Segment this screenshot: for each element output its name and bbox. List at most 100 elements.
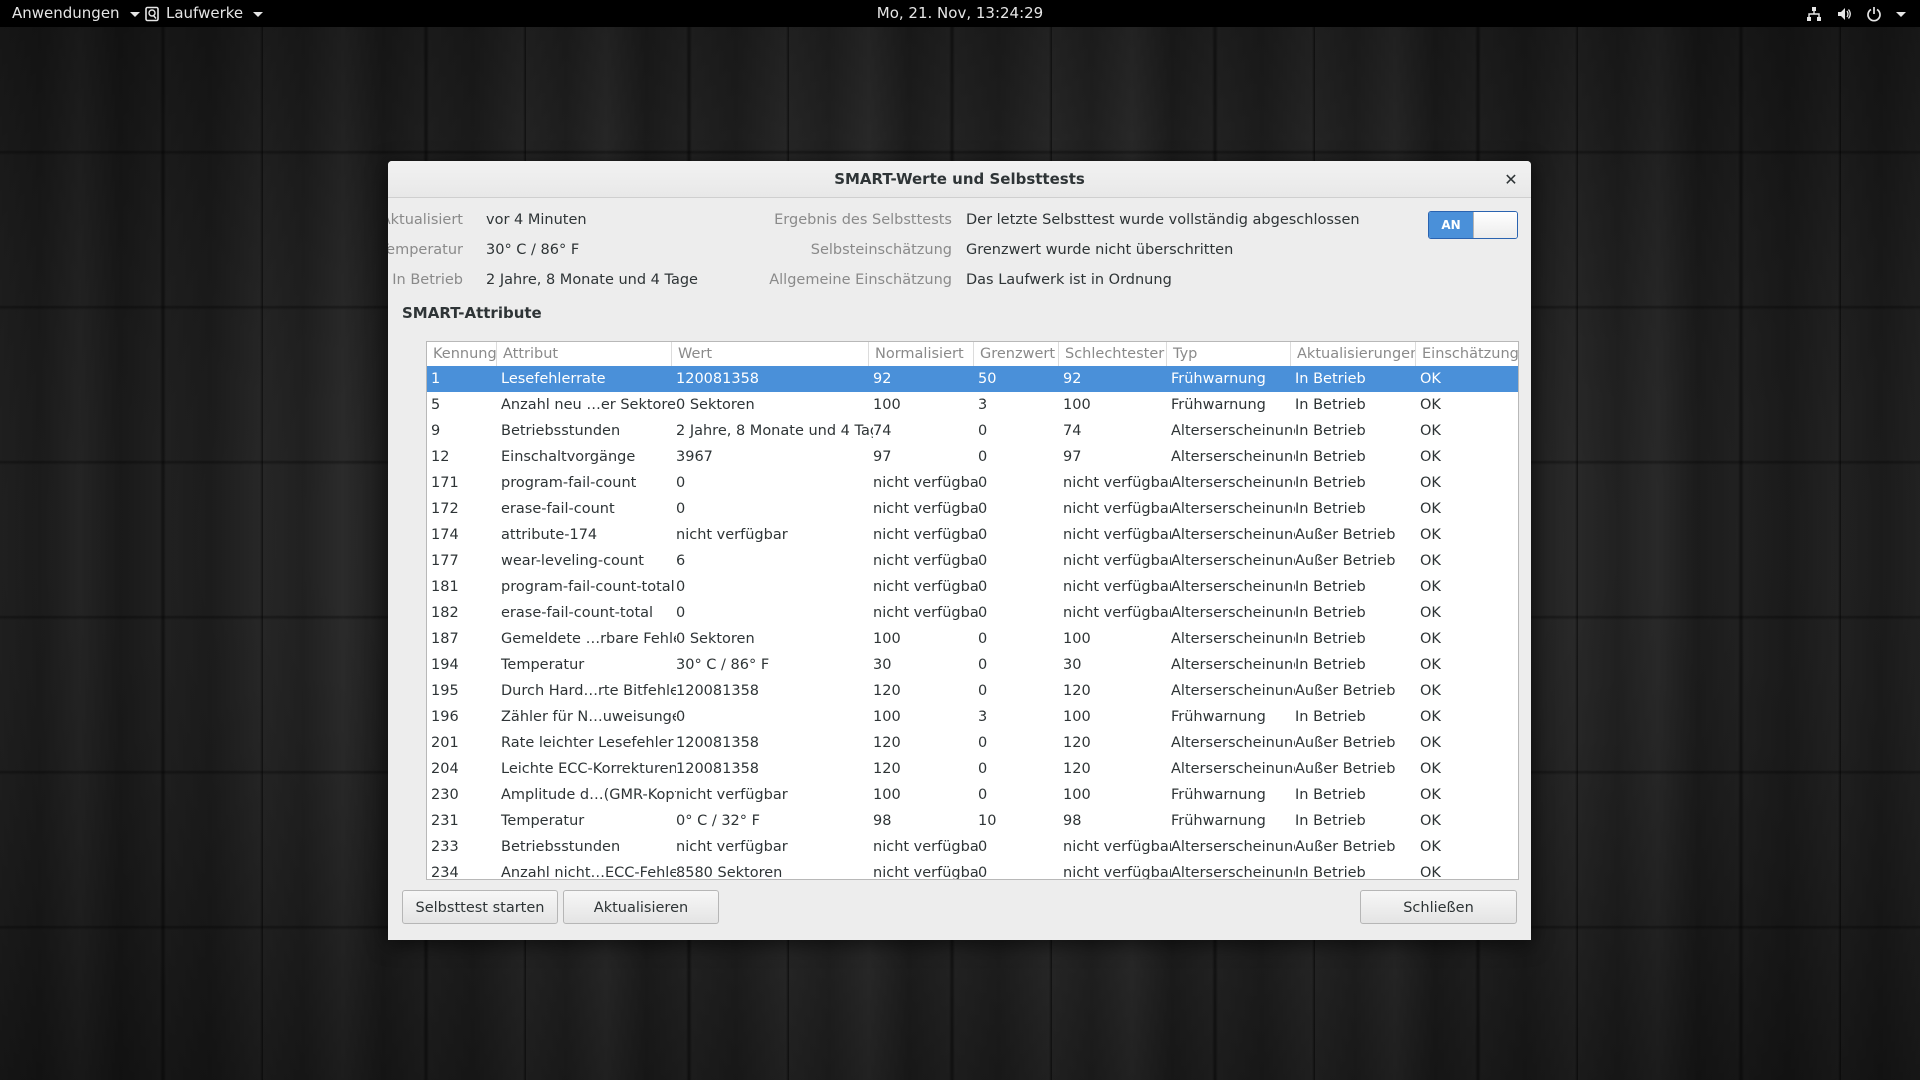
cell-id: 204	[431, 761, 459, 777]
cell-type: Frühwarnung	[1171, 371, 1266, 387]
column-header-threshold[interactable]: Grenzwert	[974, 342, 1059, 366]
powered-on-label: In Betrieb	[392, 272, 463, 288]
cell-attribute: erase-fail-count-total	[501, 605, 654, 621]
table-row[interactable]: 231 Temperatur 0° C / 32° F 98 10 98 Frühwarnu…	[427, 808, 1518, 834]
table-row[interactable]: 195 Durch Hard…rte Bitfehler 120081358 120 0…	[427, 678, 1518, 704]
cell-assessment: OK	[1420, 605, 1441, 621]
cell-normalized: nicht verfügbar	[873, 839, 978, 855]
cell-attribute: Betriebsstunden	[501, 839, 621, 855]
cell-normalized: 120	[873, 761, 901, 777]
column-header-id[interactable]: Kennung	[427, 342, 497, 366]
volume-icon	[1838, 7, 1851, 20]
cell-normalized: 92	[873, 371, 892, 387]
cell-normalized: nicht verfügbar	[873, 475, 978, 491]
cell-normalized: 120	[873, 683, 901, 699]
cell-worst: nicht verfügbar	[1063, 553, 1171, 569]
cell-threshold: 0	[978, 449, 988, 465]
chevron-down-icon	[1896, 12, 1906, 17]
cell-attribute: Durch Hard…rte Bitfehler	[501, 683, 676, 699]
cell-worst: 98	[1063, 813, 1082, 829]
cell-value: nicht verfügbar	[676, 527, 788, 543]
smart-enable-switch[interactable]: AN	[1428, 211, 1518, 239]
cell-worst: 120	[1063, 683, 1091, 699]
cell-type: Alterserscheinung	[1171, 423, 1295, 439]
column-header-value[interactable]: Wert	[672, 342, 869, 366]
table-row[interactable]: 204 Leichte ECC-Korrekturen 120081358 120 0 1…	[427, 756, 1518, 782]
table-row[interactable]: 5 Anzahl neu …er Sektoren 0 Sektoren 100 3 10…	[427, 392, 1518, 418]
column-header-worst[interactable]: Schlechtester	[1059, 342, 1167, 366]
table-row[interactable]: 181 program-fail-count-total 0 nicht verfüg…	[427, 574, 1518, 600]
switch-knob[interactable]	[1473, 212, 1517, 238]
table-row[interactable]: 12 Einschaltvorgänge 3967 97 0 97 Altersersche…	[427, 444, 1518, 470]
table-row[interactable]: 172 erase-fail-count 0 nicht verfügbar 0 nich…	[427, 496, 1518, 522]
cell-worst: nicht verfügbar	[1063, 527, 1171, 543]
cell-type: Frühwarnung	[1171, 397, 1266, 413]
table-row[interactable]: 194 Temperatur 30° C / 86° F 30 0 30 Altersers…	[427, 652, 1518, 678]
table-body[interactable]: 1 Lesefehlerrate 120081358 92 50 92 Frühwarnun…	[427, 366, 1518, 879]
temperature-label: Temperatur	[388, 242, 463, 258]
cell-normalized: 120	[873, 735, 901, 751]
cell-threshold: 0	[978, 735, 988, 751]
column-header-type[interactable]: Typ	[1167, 342, 1291, 366]
table-row[interactable]: 196 Zähler für N…uweisungen 0 100 3 100 Frühwa…	[427, 704, 1518, 730]
cell-threshold: 0	[978, 553, 988, 569]
selftest-result-value: Der letzte Selbsttest wurde vollständig …	[966, 212, 1360, 228]
cell-assessment: OK	[1420, 579, 1441, 595]
table-row[interactable]: 9 Betriebsstunden 2 Jahre, 8 Monate und 4 …	[427, 418, 1518, 444]
smart-attributes-table[interactable]: Kennung Attribut Wert Normalisiert Grenzwert…	[426, 341, 1519, 880]
cell-attribute: Zähler für N…uweisungen	[501, 709, 676, 725]
cell-value: 0	[676, 501, 686, 517]
cell-updates: In Betrieb	[1295, 787, 1366, 803]
cell-worst: nicht verfügbar	[1063, 579, 1171, 595]
cell-updates: Außer Betrieb	[1295, 839, 1396, 855]
clock[interactable]: Mo, 21. Nov, 13:24:29	[0, 0, 1920, 27]
cell-normalized: nicht verfügbar	[873, 605, 978, 621]
start-selftest-button[interactable]: Selbsttest starten	[402, 890, 558, 924]
cell-value: 30° C / 86° F	[676, 657, 770, 673]
cell-id: 194	[431, 657, 459, 673]
cell-id: 231	[431, 813, 459, 829]
cell-normalized: 100	[873, 631, 901, 647]
table-row[interactable]: 234 Anzahl nicht…ECC-Fehler 8580 Sektoren n…	[427, 860, 1518, 879]
system-tray[interactable]	[1806, 0, 1906, 27]
cell-normalized: 74	[873, 423, 892, 439]
column-header-updates[interactable]: Aktualisierungen	[1291, 342, 1416, 366]
cell-id: 12	[431, 449, 450, 465]
table-row[interactable]: 233 Betriebsstunden nicht verfügbar nicht v…	[427, 834, 1518, 860]
overall-assessment-value: Das Laufwerk ist in Ordnung	[966, 272, 1172, 288]
cell-attribute: wear-leveling-count	[501, 553, 644, 569]
cell-value: nicht verfügbar	[676, 839, 788, 855]
table-row[interactable]: 182 erase-fail-count-total 0 nicht verfügba…	[427, 600, 1518, 626]
table-row[interactable]: 187 Gemeldete …rbare Fehler 0 Sektoren 100 0…	[427, 626, 1518, 652]
table-row[interactable]: 177 wear-leveling-count 6 nicht verfügbar 0 n…	[427, 548, 1518, 574]
cell-attribute: attribute-174	[501, 527, 598, 543]
cell-worst: nicht verfügbar	[1063, 605, 1171, 621]
updated-value: vor 4 Minuten	[486, 212, 587, 228]
cell-assessment: OK	[1420, 735, 1441, 751]
table-row[interactable]: 171 program-fail-count 0 nicht verfügbar 0 ni…	[427, 470, 1518, 496]
cell-attribute: Temperatur	[501, 657, 585, 673]
cell-value: nicht verfügbar	[676, 787, 788, 803]
cell-threshold: 3	[978, 709, 988, 725]
column-header-attribute[interactable]: Attribut	[497, 342, 672, 366]
table-row[interactable]: 230 Amplitude d…(GMR-Kopf) nicht verfügbar…	[427, 782, 1518, 808]
close-button[interactable]: Schließen	[1360, 890, 1517, 924]
cell-updates: In Betrieb	[1295, 449, 1366, 465]
cell-assessment: OK	[1420, 839, 1441, 855]
cell-type: Alterserscheinung	[1171, 475, 1295, 491]
cell-updates: In Betrieb	[1295, 631, 1366, 647]
column-header-assessment[interactable]: Einschätzung	[1416, 342, 1518, 366]
cell-assessment: OK	[1420, 813, 1441, 829]
table-row[interactable]: 1 Lesefehlerrate 120081358 92 50 92 Frühwarnun…	[427, 366, 1518, 392]
refresh-button[interactable]: Aktualisieren	[563, 890, 719, 924]
network-icon	[1807, 6, 1821, 21]
table-row[interactable]: 201 Rate leichter Lesefehler 120081358 120 0…	[427, 730, 1518, 756]
cell-updates: Außer Betrieb	[1295, 553, 1396, 569]
cell-value: 0 Sektoren	[676, 397, 755, 413]
table-row[interactable]: 174 attribute-174 nicht verfügbar nicht ver…	[427, 522, 1518, 548]
cell-updates: Außer Betrieb	[1295, 683, 1396, 699]
column-header-normalized[interactable]: Normalisiert	[869, 342, 974, 366]
cell-updates: Außer Betrieb	[1295, 761, 1396, 777]
cell-updates: In Betrieb	[1295, 709, 1366, 725]
cell-id: 1	[431, 371, 441, 387]
